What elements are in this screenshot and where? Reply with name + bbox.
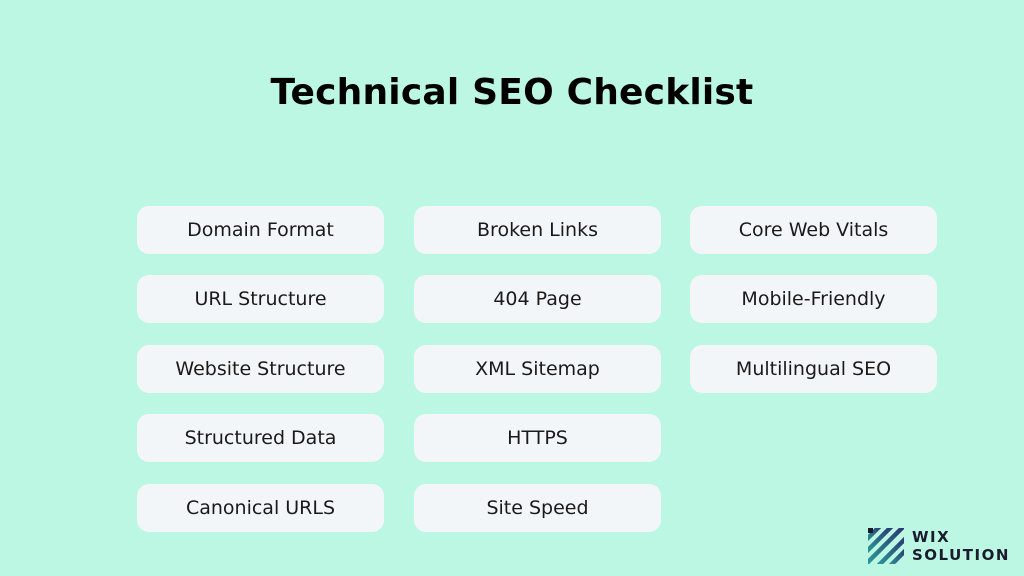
checklist-item: Mobile-Friendly xyxy=(690,275,937,323)
logo-text: WIX SOLUTION xyxy=(912,528,1010,564)
checklist-item: Canonical URLS xyxy=(137,484,384,532)
logo-line-1: WIX xyxy=(912,528,951,546)
checklist-item: XML Sitemap xyxy=(414,345,661,393)
checklist-item: Website Structure xyxy=(137,345,384,393)
checklist-item: 404 Page xyxy=(414,275,661,323)
logo-line-2: SOLUTION xyxy=(912,546,1010,564)
checklist-item: Site Speed xyxy=(414,484,661,532)
checklist-item: Multilingual SEO xyxy=(690,345,937,393)
checklist-item: HTTPS xyxy=(414,414,661,462)
checklist-item: Broken Links xyxy=(414,206,661,254)
brand-logo: WIX SOLUTION xyxy=(868,528,1008,564)
striped-square-logo-icon xyxy=(868,528,904,564)
checklist-item: URL Structure xyxy=(137,275,384,323)
page-title: Technical SEO Checklist xyxy=(270,72,754,113)
checklist-item: Core Web Vitals xyxy=(690,206,937,254)
checklist-item: Structured Data xyxy=(137,414,384,462)
checklist-item: Domain Format xyxy=(137,206,384,254)
